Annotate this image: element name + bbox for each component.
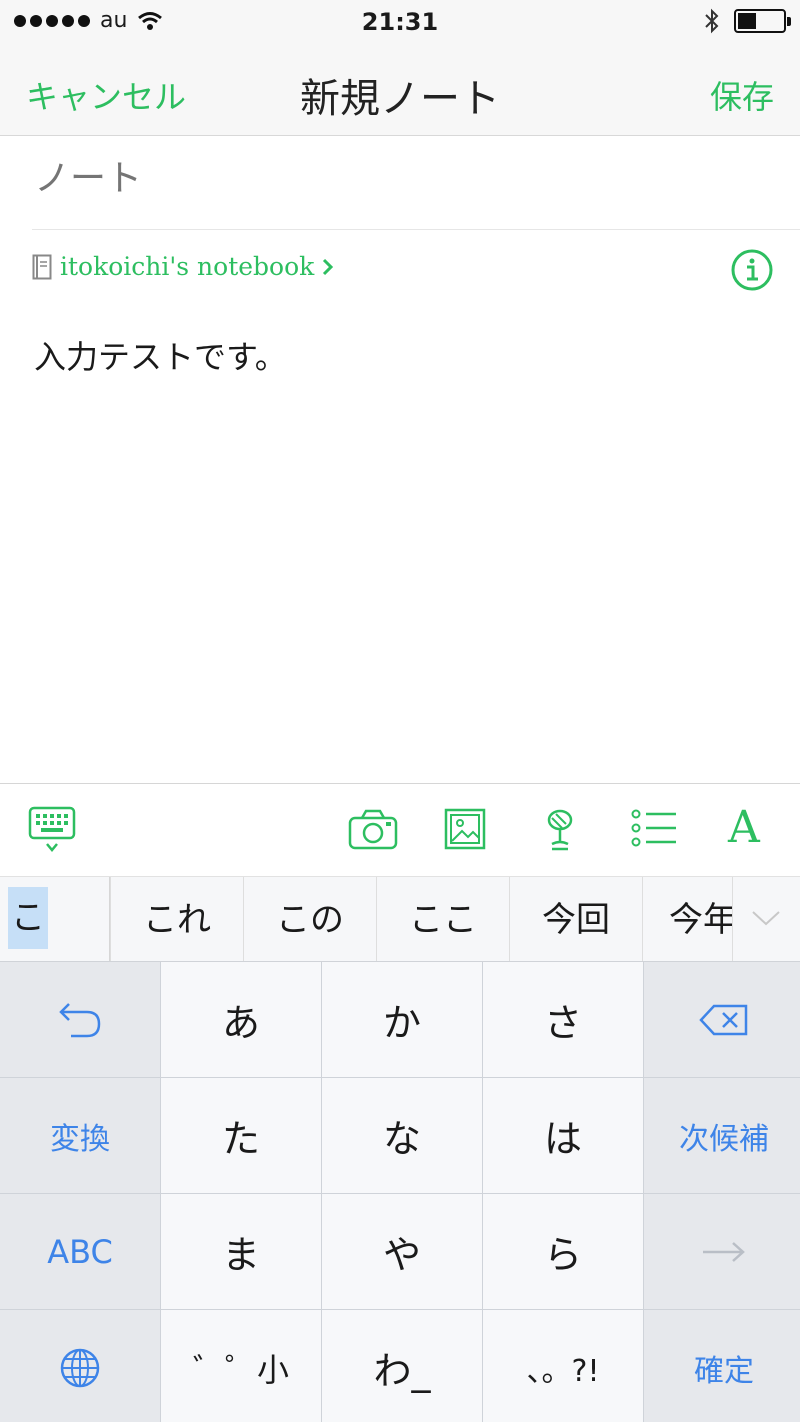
globe-icon (60, 1348, 100, 1387)
key-na[interactable]: な (322, 1078, 482, 1193)
undo-icon (59, 1002, 101, 1037)
notebook-icon (32, 254, 52, 279)
keyboard-dismiss-icon[interactable] (28, 806, 78, 854)
notebook-name: itokoichi's notebook (60, 252, 315, 281)
note-body-text[interactable]: 入力テストです。 (34, 332, 287, 378)
format-icon[interactable]: A (728, 802, 760, 853)
note-title-input[interactable] (34, 158, 774, 199)
dakuten-small-key[interactable]: ゛゜小 (161, 1310, 321, 1422)
key-a[interactable]: あ (161, 962, 321, 1077)
candidate-item[interactable]: これ (110, 877, 243, 961)
candidate-item[interactable]: 今回 (509, 877, 642, 961)
convert-key[interactable]: 変換 (0, 1078, 160, 1193)
key-ta[interactable]: た (161, 1078, 321, 1193)
info-icon[interactable] (730, 248, 774, 292)
next-candidate-key[interactable]: 次候補 (644, 1078, 800, 1193)
key-ka[interactable]: か (322, 962, 482, 1077)
status-bar: au 21:31 (0, 0, 800, 44)
divider (32, 229, 800, 230)
globe-key[interactable] (0, 1310, 160, 1422)
image-icon[interactable] (444, 806, 488, 854)
notebook-selector[interactable]: itokoichi's notebook (32, 252, 334, 281)
key-ha[interactable]: は (483, 1078, 643, 1193)
key-sa[interactable]: さ (483, 962, 643, 1077)
list-icon[interactable] (630, 806, 678, 854)
candidate-item[interactable]: 今年 (642, 877, 732, 961)
cursor-right-key[interactable] (644, 1194, 800, 1309)
camera-icon[interactable] (348, 806, 398, 854)
page-title: 新規ノート (300, 76, 500, 122)
key-ya[interactable]: や (322, 1194, 482, 1309)
key-ra[interactable]: ら (483, 1194, 643, 1309)
battery-icon (734, 9, 791, 33)
candidate-item[interactable]: ここ (376, 877, 509, 961)
key-ma[interactable]: ま (161, 1194, 321, 1309)
punctuation-key[interactable]: 、。?! (483, 1310, 643, 1422)
conversion-candidate-bar: こ これ この ここ 今回 今年 (0, 876, 800, 962)
backspace-key[interactable] (644, 962, 800, 1077)
composition-text: こ (0, 877, 110, 961)
bluetooth-icon (705, 8, 719, 34)
formatting-toolbar: A (0, 783, 800, 875)
sketch-icon[interactable] (540, 806, 582, 854)
confirm-key[interactable]: 確定 (644, 1310, 800, 1422)
navigation-bar: キャンセル 新規ノート 保存 (0, 44, 800, 136)
status-time: 21:31 (361, 8, 439, 36)
expand-candidates-button[interactable] (732, 877, 800, 961)
kana-keyboard: あ か さ 変換 た な は 次候補 ABC ま や ら ゛゜小 わ_ 、。?!… (0, 962, 800, 1422)
backspace-icon (699, 1004, 748, 1035)
save-button[interactable]: 保存 (710, 72, 774, 118)
arrow-right-icon (703, 1241, 745, 1262)
abc-key[interactable]: ABC (0, 1194, 160, 1309)
key-wa[interactable]: わ_ (322, 1310, 482, 1422)
chevron-right-icon (323, 258, 334, 275)
candidate-item[interactable]: この (243, 877, 376, 961)
chevron-down-icon (752, 911, 780, 926)
undo-key[interactable] (0, 962, 160, 1077)
